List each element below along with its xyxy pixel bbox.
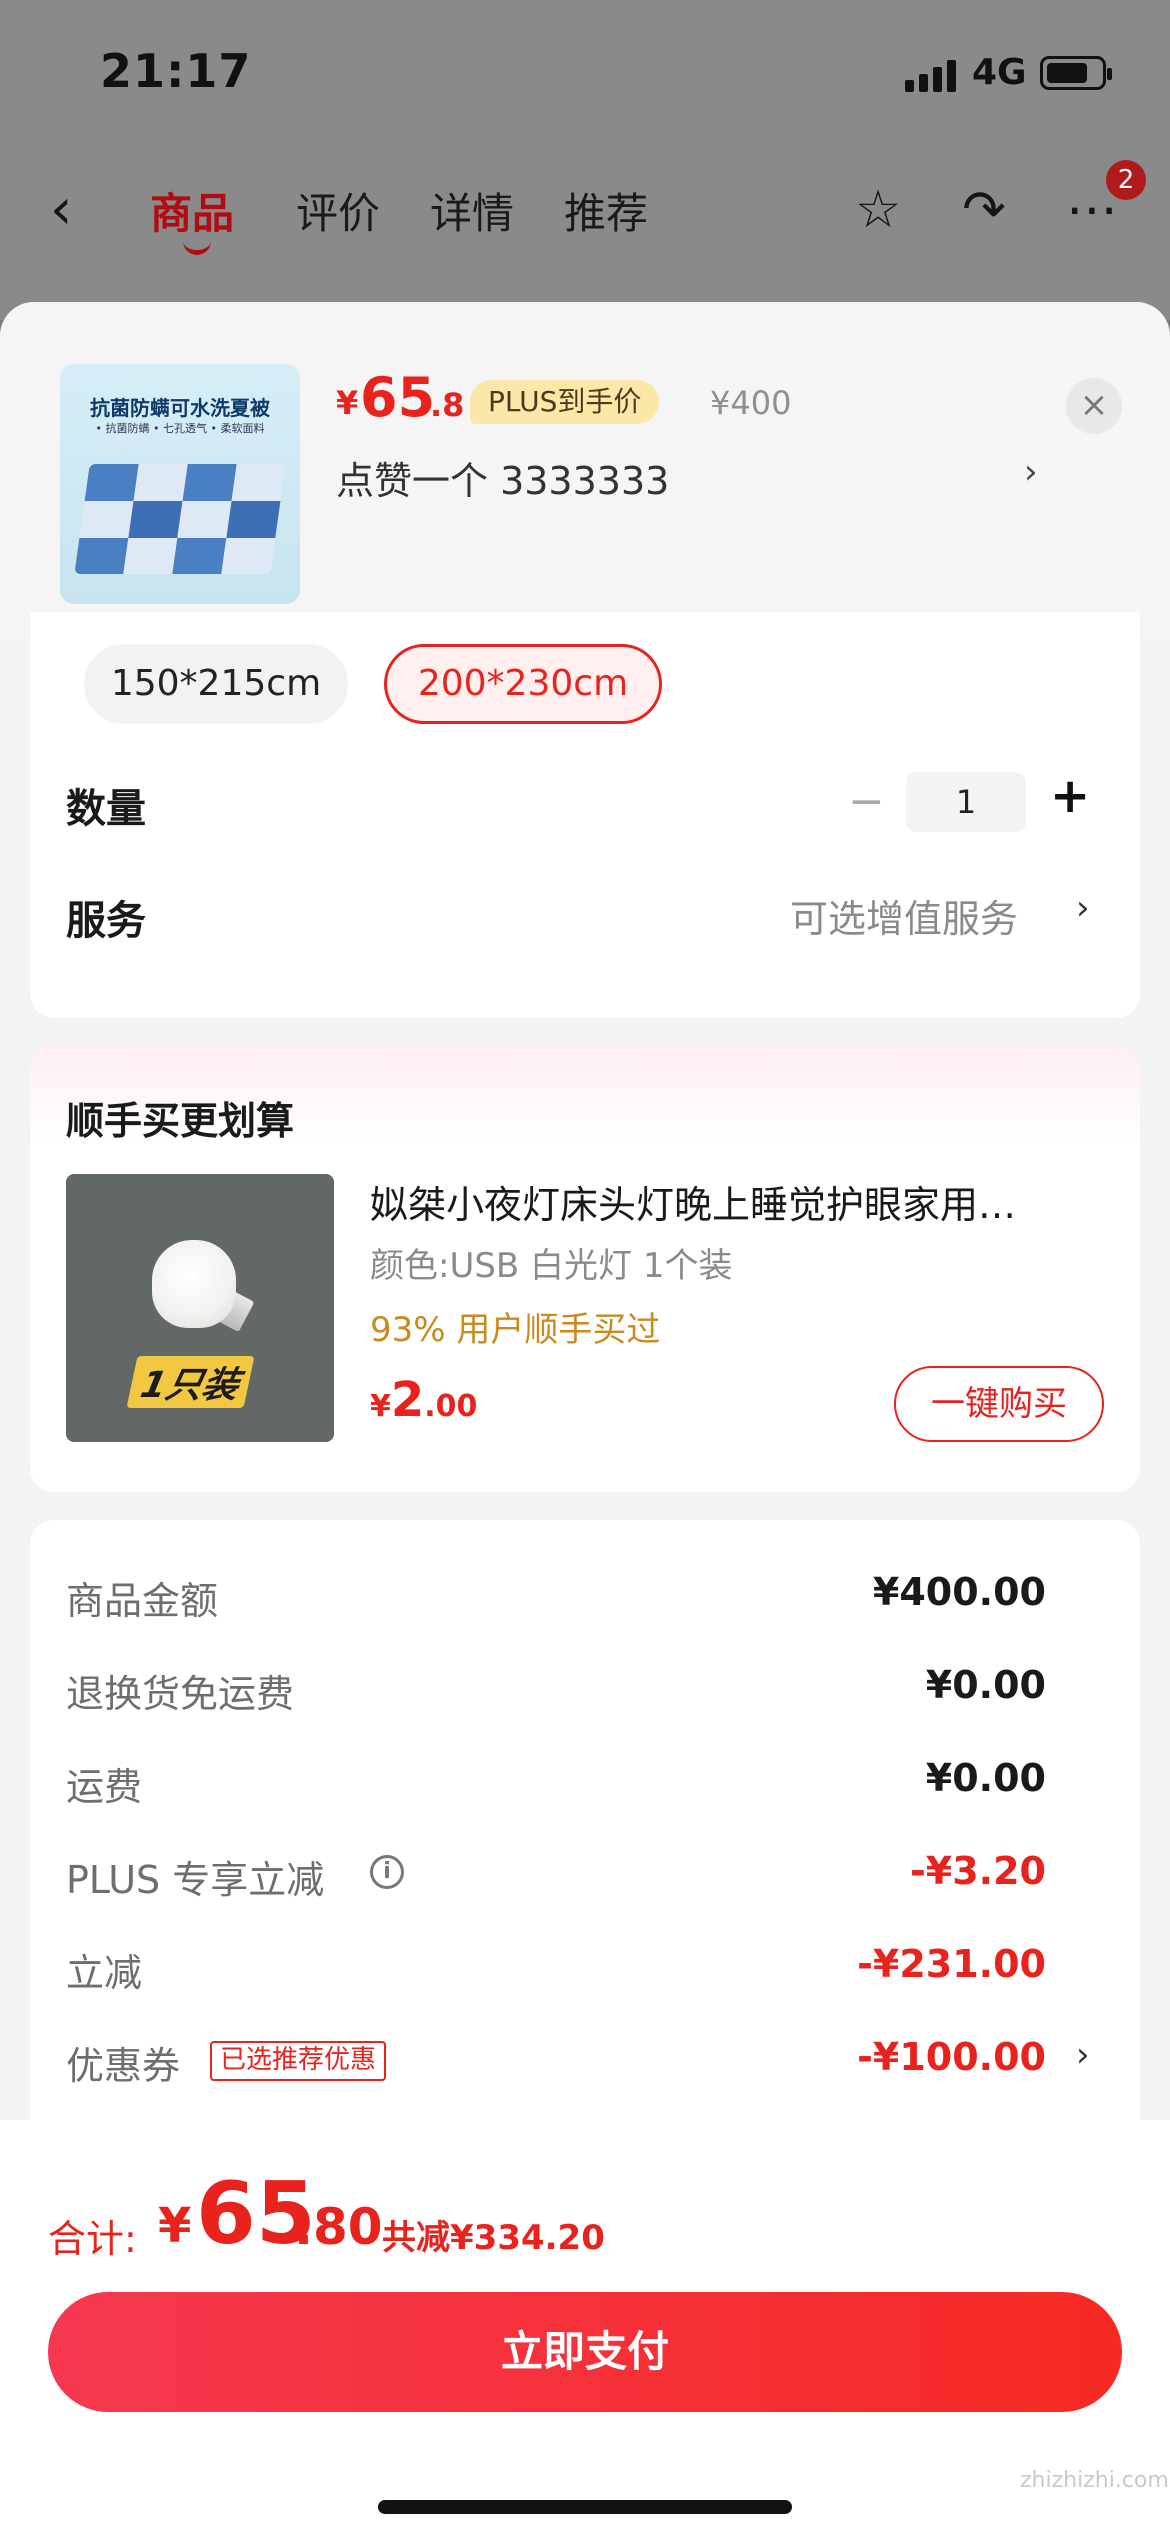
fee-row-return-shipping: 退换货免运费 ¥0.00 xyxy=(30,1663,1140,1723)
top-nav: ‹ 商品 评价 详情 推荐 ☆ ↷ ⋯ xyxy=(0,160,1170,260)
status-time: 21:17 xyxy=(100,44,252,98)
original-price: ¥400 xyxy=(710,384,792,422)
fee-row-plus-discount: PLUS 专享立减 i -¥3.20 xyxy=(30,1849,1140,1909)
fee-row-goods: 商品金额 ¥400.00 xyxy=(30,1570,1140,1630)
fee-row-shipping: 运费 ¥0.00 xyxy=(30,1756,1140,1816)
upsell-product-name[interactable]: 姒桀小夜灯床头灯晚上睡觉护眼家用… xyxy=(370,1174,1110,1229)
tab-details[interactable]: 详情 xyxy=(430,180,514,241)
size-option-200x230-selected[interactable]: 200*230cm xyxy=(384,644,662,724)
product-image-title: 抗菌防螨可水洗夏被 xyxy=(90,396,270,420)
chevron-right-icon[interactable]: › xyxy=(1076,2035,1090,2075)
price-symbol: ¥ xyxy=(336,384,359,422)
battery-icon xyxy=(1040,56,1112,90)
star-icon[interactable]: ☆ xyxy=(846,178,910,242)
share-icon[interactable]: ↷ xyxy=(952,178,1016,242)
signal-icon xyxy=(905,58,957,92)
fee-value: -¥231.00 xyxy=(857,1942,1046,1986)
coupon-tag: 已选推荐优惠 xyxy=(210,2041,387,2081)
info-icon[interactable]: i xyxy=(370,1855,404,1889)
service-label: 服务 xyxy=(66,898,146,944)
total-symbol: ¥ xyxy=(158,2198,192,2254)
upsell-product-spec: 颜色:USB 白光灯 1个装 xyxy=(370,1246,733,1286)
chevron-right-icon[interactable]: › xyxy=(1024,452,1038,492)
tab-product[interactable]: 商品 xyxy=(150,180,234,241)
watermark: zhizhizhi.com xyxy=(1020,2468,1169,2493)
upsell-price-symbol: ¥ xyxy=(370,1389,391,1424)
options-card: 150*215cm 200*230cm 数量 − 1 + 服务 可选增值服务 › xyxy=(30,612,1140,1018)
fee-label: 运费 xyxy=(66,1765,143,1809)
tab-recommend[interactable]: 推荐 xyxy=(564,180,648,241)
fee-row-coupon[interactable]: 优惠券 已选推荐优惠 -¥100.00 › xyxy=(30,2035,1140,2095)
upsell-title: 顺手买更划算 xyxy=(66,1099,295,1143)
selected-spec[interactable]: 点赞一个 3333333 xyxy=(336,450,669,505)
price-decimal: .8 xyxy=(430,386,465,424)
quantity-increase-button[interactable]: + xyxy=(1050,768,1090,824)
network-label: 4G xyxy=(972,52,1027,93)
quilt-illustration xyxy=(74,464,286,574)
service-value[interactable]: 可选增值服务 xyxy=(790,888,1018,943)
fee-label: 退换货免运费 xyxy=(66,1672,295,1716)
size-option-150x215[interactable]: 150*215cm xyxy=(84,644,348,724)
fee-value: -¥100.00 xyxy=(857,2035,1046,2079)
status-bar: 21:17 4G xyxy=(0,0,1170,150)
upsell-image-label: 1只装 xyxy=(126,1356,255,1408)
checkout-footer: 合计: ¥ 65 .80 共减¥334.20 立即支付 xyxy=(0,2120,1170,2532)
quantity-decrease-button[interactable]: − xyxy=(848,776,885,827)
tab-reviews[interactable]: 评价 xyxy=(296,180,380,241)
fee-label: 商品金额 xyxy=(66,1579,219,1623)
upsell-price-integer: 2 xyxy=(390,1372,425,1428)
one-click-buy-button[interactable]: 一键购买 xyxy=(894,1366,1104,1442)
close-icon[interactable]: × xyxy=(1066,378,1122,434)
fee-value: ¥0.00 xyxy=(925,1663,1046,1707)
fee-value: ¥0.00 xyxy=(925,1756,1046,1800)
fee-value: -¥3.20 xyxy=(910,1849,1046,1893)
fee-label: 立减 xyxy=(66,1951,143,1995)
chevron-right-icon[interactable]: › xyxy=(1076,888,1090,928)
sheet-header: 抗菌防螨可水洗夏被 • 抗菌防螨 • 七孔透气 • 柔软面料 ¥ 65 .8 P… xyxy=(0,302,1170,640)
total-decimal: .80 xyxy=(294,2198,383,2256)
upsell-bought-percent: 93% 用户顺手买过 xyxy=(370,1310,661,1350)
fee-value: ¥400.00 xyxy=(872,1570,1046,1614)
upsell-card: 顺手买更划算 1只装 姒桀小夜灯床头灯晚上睡觉护眼家用… 颜色:USB 白光灯 … xyxy=(30,1046,1140,1492)
product-image-subtitle: • 抗菌防螨 • 七孔透气 • 柔软面料 xyxy=(95,422,265,435)
fee-row-instant-discount: 立减 -¥231.00 xyxy=(30,1942,1140,2002)
quantity-label: 数量 xyxy=(66,786,146,832)
active-tab-indicator xyxy=(183,236,211,255)
upsell-price-decimal: .00 xyxy=(424,1389,478,1424)
fee-label: PLUS 专享立减 xyxy=(66,1858,325,1902)
lamp-bulb-graphic xyxy=(152,1240,236,1328)
quantity-input[interactable]: 1 xyxy=(906,772,1026,832)
pay-now-button[interactable]: 立即支付 xyxy=(48,2292,1122,2412)
product-thumbnail[interactable]: 抗菌防螨可水洗夏被 • 抗菌防螨 • 七孔透气 • 柔软面料 xyxy=(60,364,300,604)
upsell-price: ¥2.00 xyxy=(370,1372,477,1428)
fee-label: 优惠券 xyxy=(66,2044,181,2088)
total-saved: 共减¥334.20 xyxy=(382,2218,605,2258)
total-label: 合计: xyxy=(48,2217,137,2261)
plus-price-tag: PLUS到手价 xyxy=(470,380,660,424)
home-indicator[interactable] xyxy=(378,2500,792,2514)
price-integer: 65 xyxy=(360,366,436,429)
upsell-product-image[interactable]: 1只装 xyxy=(66,1174,334,1442)
back-icon[interactable]: ‹ xyxy=(50,180,110,240)
notification-badge: 2 xyxy=(1106,160,1146,200)
